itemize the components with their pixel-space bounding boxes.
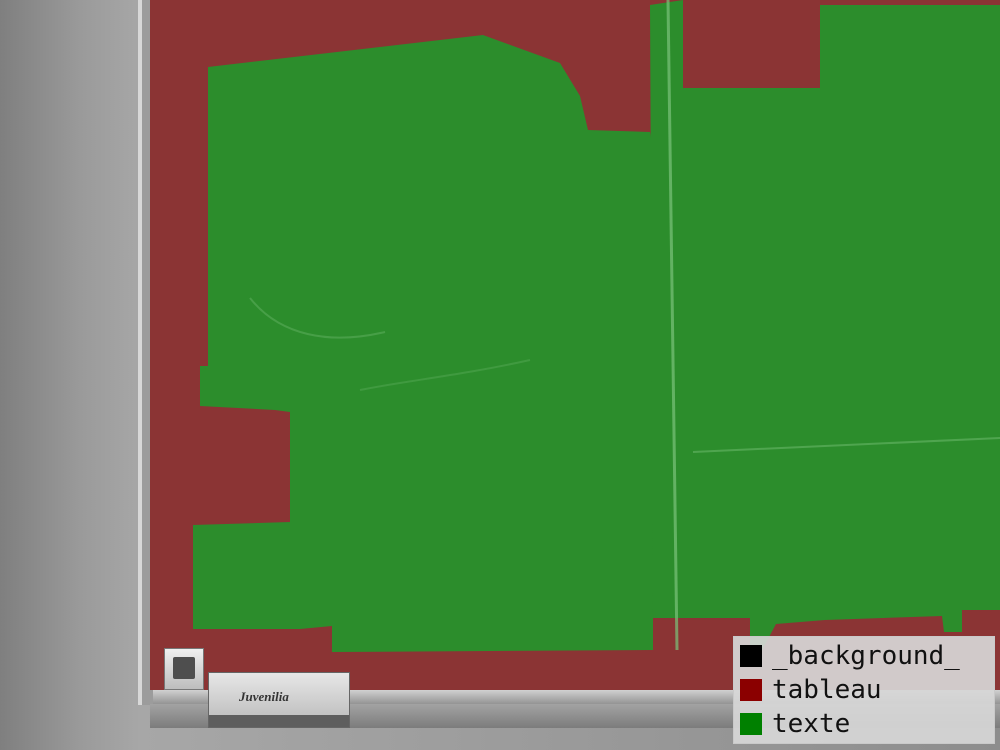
segmentation-legend: _background_ tableau texte bbox=[733, 636, 995, 744]
legend-swatch-background bbox=[740, 645, 762, 667]
legend-row-background: _background_ bbox=[740, 639, 988, 673]
legend-swatch-tableau bbox=[740, 679, 762, 701]
legend-label-background: _background_ bbox=[772, 641, 960, 671]
texte-region-bottom-center bbox=[750, 513, 825, 652]
eraser-felt-strip bbox=[209, 715, 349, 727]
board-eraser: Juvenilia bbox=[208, 672, 350, 728]
legend-row-texte: texte bbox=[740, 707, 988, 741]
texte-region-left bbox=[193, 35, 653, 652]
chalk-holder bbox=[164, 648, 204, 690]
legend-swatch-texte bbox=[740, 713, 762, 735]
eraser-brand-label: Juvenilia bbox=[239, 689, 289, 704]
chalk-holder-label bbox=[173, 657, 195, 679]
segmented-chalkboard-photo: Juvenilia _background_ tableau texte bbox=[0, 0, 1000, 750]
legend-label-texte: texte bbox=[772, 709, 851, 739]
legend-row-tableau: tableau bbox=[740, 673, 988, 707]
texte-region-center-strip bbox=[653, 150, 683, 618]
tableau-region bbox=[150, 0, 1000, 690]
legend-label-tableau: tableau bbox=[772, 675, 882, 705]
segmentation-overlay bbox=[193, 0, 1000, 652]
